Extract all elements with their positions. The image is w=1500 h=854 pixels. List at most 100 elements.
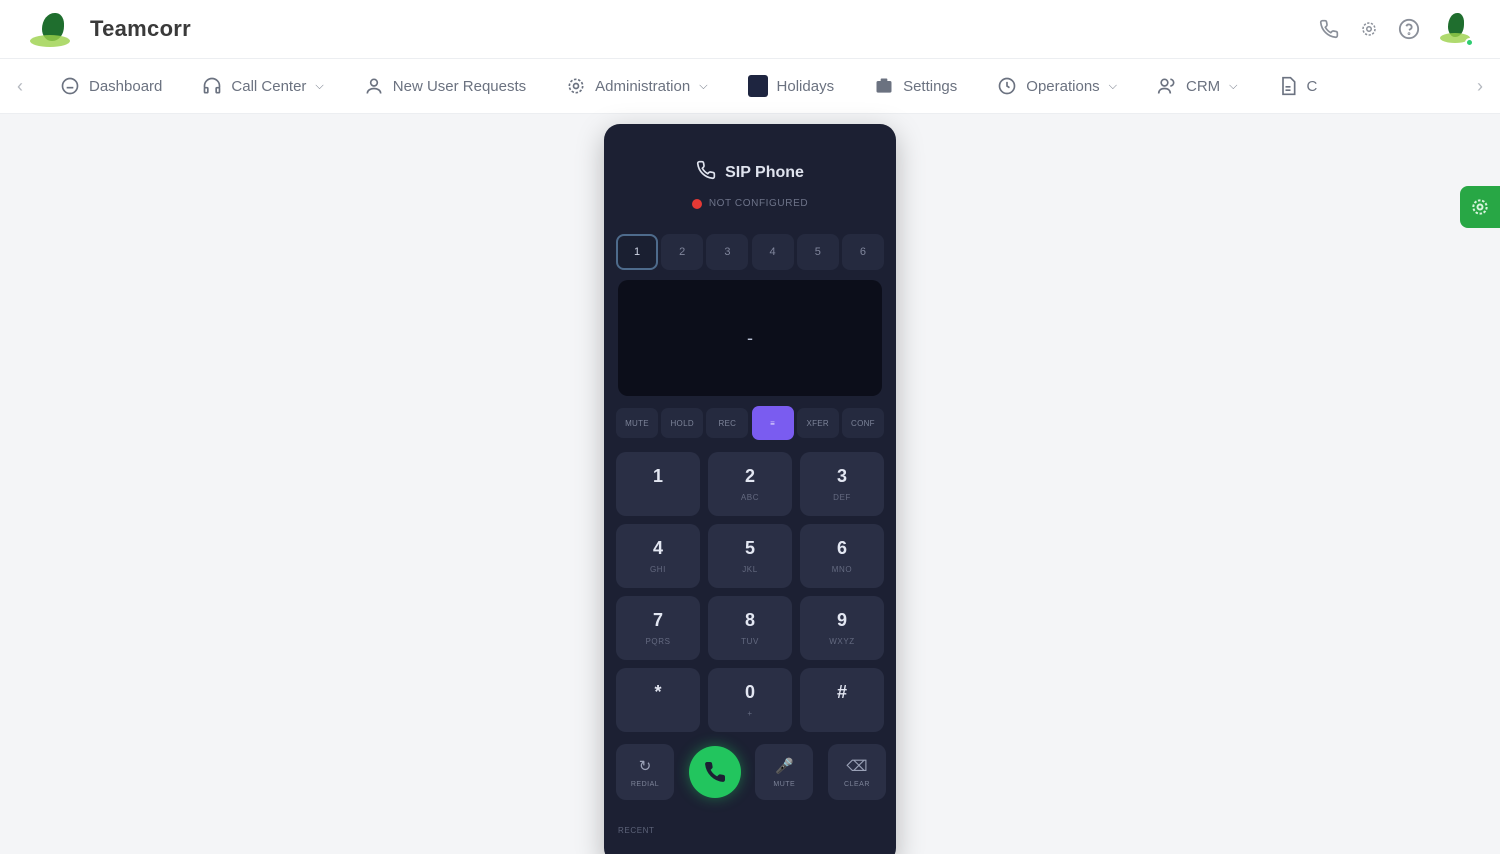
- key-digit: 2: [744, 466, 755, 486]
- calendar-icon: [747, 75, 768, 97]
- chevron-down-icon: ⌵: [699, 79, 708, 92]
- line-button[interactable]: 4: [751, 234, 794, 270]
- nav-item-new-user-requests[interactable]: New User Requests: [344, 59, 546, 113]
- call-button[interactable]: [688, 746, 741, 798]
- keypad-key-star[interactable]: *: [616, 668, 700, 732]
- mute-button[interactable]: 🎤 MUTE: [755, 744, 814, 800]
- nav-label: C: [1306, 77, 1318, 95]
- mute-function-button[interactable]: MUTE: [616, 408, 658, 438]
- mute-label: MUTE: [773, 780, 796, 788]
- key-letters: +: [747, 709, 753, 718]
- nav-item-administration[interactable]: Administration ⌵: [546, 59, 727, 113]
- phone-icon[interactable]: [1318, 18, 1340, 40]
- dial-keypad: 1 2 ABC 3 DEF 4 GHI 5 JKL 6 MNO 7 PQRS 8 TUV 9 W…: [616, 452, 886, 732]
- status-dot: [691, 198, 702, 209]
- line-button[interactable]: 1: [616, 234, 658, 270]
- line-selector: 1 2 3 4 5 6: [616, 234, 884, 270]
- line-button[interactable]: 6: [841, 234, 884, 270]
- redial-button[interactable]: ↻ REDIAL: [616, 744, 674, 800]
- clock-icon: [997, 76, 1017, 96]
- keypad-key-3[interactable]: 3 DEF: [800, 452, 884, 516]
- nav-item-truncated[interactable]: C: [1258, 59, 1338, 113]
- key-letters: DEF: [833, 493, 851, 502]
- chevron-down-icon: ⌵: [1229, 79, 1238, 92]
- nav-item-crm[interactable]: CRM ⌵: [1137, 59, 1258, 113]
- keypad-key-6[interactable]: 6 MNO: [800, 524, 884, 588]
- dial-display: -: [618, 280, 882, 396]
- microphone-icon: 🎤: [774, 757, 794, 775]
- status-text: NOT CONFIGURED: [708, 198, 809, 209]
- key-digit: #: [836, 682, 847, 702]
- key-digit: 6: [836, 538, 847, 558]
- key-letters: WXYZ: [829, 637, 855, 646]
- record-function-button[interactable]: REC: [706, 408, 749, 438]
- key-letters: MNO: [831, 565, 853, 574]
- key-digit: 8: [744, 610, 755, 630]
- nav-scroll-right[interactable]: ›: [1460, 76, 1500, 97]
- nav-label: Holidays: [776, 77, 835, 95]
- teamcorr-logo[interactable]: [26, 9, 76, 49]
- key-digit: 7: [652, 610, 663, 630]
- nav-scroll-left[interactable]: ‹: [0, 76, 40, 97]
- redial-label: REDIAL: [630, 780, 660, 788]
- gear-icon: [1472, 199, 1488, 215]
- gear-icon[interactable]: [1358, 18, 1380, 40]
- nav-label: New User Requests: [392, 77, 527, 95]
- keypad-key-hash[interactable]: #: [800, 668, 884, 732]
- phone-icon: [704, 761, 725, 782]
- home-icon: [60, 76, 80, 96]
- user-avatar[interactable]: [1438, 11, 1474, 47]
- settings-icon: [874, 76, 894, 96]
- clear-button[interactable]: ⌫ CLEAR: [827, 744, 886, 800]
- users-icon: [1157, 76, 1177, 96]
- nav-item-call-center[interactable]: Call Center ⌵: [182, 59, 343, 113]
- gear-icon: [566, 76, 586, 96]
- keypad-key-9[interactable]: 9 WXYZ: [800, 596, 884, 660]
- transfer-function-button[interactable]: XFER: [796, 408, 839, 438]
- keypad-key-0[interactable]: 0 +: [708, 668, 792, 732]
- key-letters: PQRS: [645, 637, 671, 646]
- phone-header: SIP Phone: [604, 160, 896, 185]
- recent-calls-label: RECENT: [618, 826, 655, 835]
- line-button[interactable]: 5: [796, 234, 839, 270]
- sip-phone-widget: SIP Phone NOT CONFIGURED 1 2 3 4 5 6 - M…: [604, 124, 896, 854]
- key-letters: GHI: [649, 565, 667, 574]
- key-digit: 0: [744, 682, 755, 702]
- nav-items: Dashboard Call Center ⌵ New User Request…: [40, 59, 1460, 113]
- keypad-key-5[interactable]: 5 JKL: [708, 524, 792, 588]
- headset-icon: [202, 76, 222, 96]
- keypad-toggle-button[interactable]: ≡: [751, 406, 794, 440]
- clear-label: CLEAR: [844, 780, 870, 788]
- key-digit: *: [654, 682, 662, 702]
- nav-item-operations[interactable]: Operations ⌵: [977, 59, 1137, 113]
- nav-label: Administration: [595, 77, 691, 95]
- keypad-key-2[interactable]: 2 ABC: [708, 452, 792, 516]
- nav-item-settings[interactable]: Settings: [854, 59, 977, 113]
- call-function-row: MUTE HOLD REC ≡ XFER CONF: [616, 406, 884, 440]
- brand-name: Teamcorr: [90, 16, 192, 41]
- settings-side-tab[interactable]: [1460, 186, 1500, 228]
- keypad-key-8[interactable]: 8 TUV: [708, 596, 792, 660]
- key-letters: TUV: [741, 637, 759, 646]
- nav-label: Operations: [1026, 77, 1100, 95]
- nav-item-holidays[interactable]: Holidays: [728, 59, 855, 113]
- keypad-key-7[interactable]: 7 PQRS: [616, 596, 700, 660]
- key-digit: 5: [744, 538, 755, 558]
- hold-function-button[interactable]: HOLD: [661, 408, 704, 438]
- nav-label: Dashboard: [89, 77, 163, 95]
- key-letters: ABC: [740, 493, 760, 502]
- nav-label: Settings: [903, 77, 958, 95]
- line-button[interactable]: 3: [706, 234, 749, 270]
- conference-function-button[interactable]: CONF: [841, 408, 884, 438]
- line-button[interactable]: 2: [661, 234, 704, 270]
- connection-status: NOT CONFIGURED: [604, 198, 896, 209]
- document-icon: [1278, 76, 1298, 96]
- help-icon[interactable]: [1398, 18, 1420, 40]
- keypad-key-4[interactable]: 4 GHI: [616, 524, 700, 588]
- keypad-key-1[interactable]: 1: [616, 452, 700, 516]
- redial-icon: ↻: [638, 757, 652, 775]
- key-digit: 4: [652, 538, 663, 558]
- nav-item-dashboard[interactable]: Dashboard: [40, 59, 182, 113]
- phone-icon: [696, 160, 716, 185]
- key-letters: JKL: [742, 565, 758, 574]
